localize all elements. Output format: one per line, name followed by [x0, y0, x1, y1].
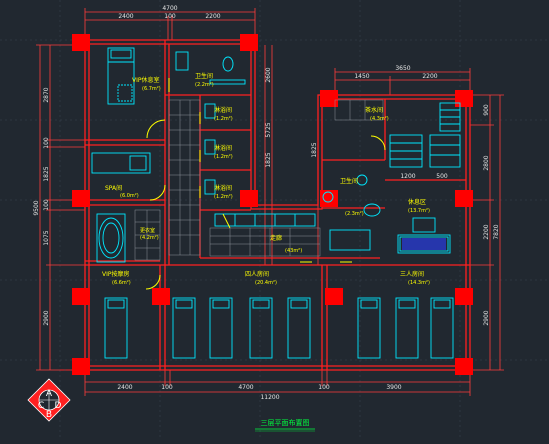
room-label-shower-2: 淋浴间	[214, 144, 232, 152]
room-area-shower-1: (1.2m²)	[214, 116, 233, 122]
column	[455, 190, 473, 207]
column	[72, 190, 90, 207]
bed-side-table	[117, 84, 133, 102]
room-label-vip-rest: VIP休息室	[132, 76, 160, 84]
sink	[175, 51, 189, 71]
section-label-a: A	[46, 389, 53, 399]
column	[152, 288, 170, 305]
dim-bottom-seg-2: 100	[161, 384, 173, 391]
room-area-3p: (14.3m²)	[408, 280, 430, 286]
sofa-fill	[402, 238, 446, 250]
section-label-d: D	[55, 401, 62, 411]
column	[455, 288, 473, 305]
massage-bed-row	[104, 297, 454, 359]
dim-right-seg-4: 2900	[483, 310, 490, 325]
toilet	[222, 56, 234, 72]
dim-top-overall: 4700	[162, 5, 177, 12]
dim-inner-3: 1825	[265, 152, 272, 167]
room-label-spa: SPA间	[105, 184, 122, 192]
room-area-pantry: (4.3m²)	[370, 116, 389, 122]
coffee-table	[412, 217, 436, 233]
toilet	[363, 203, 381, 217]
door-swing	[149, 184, 166, 201]
room-label-wc: 卫生间	[195, 72, 213, 80]
room-area-vip-rest: (6.7m²)	[142, 86, 161, 92]
dim-bottom-overall: 11200	[260, 394, 279, 401]
dim-bottom-seg-4: 100	[318, 384, 330, 391]
dim-topright-seg-1: 1450	[354, 73, 369, 80]
dim-inner-5: 1200	[400, 173, 415, 180]
room-area-changing: (4.2m²)	[140, 235, 159, 241]
room-area-corridor: (43m²)	[285, 248, 302, 254]
room-area-shower-3: (1.2m²)	[214, 194, 233, 200]
dimension-texts: 4700 2400 100 2200 3650 1450 2200 2400 1…	[33, 5, 500, 401]
floor-plan-canvas: 4700 2400 100 2200 3650 1450 2200 2400 1…	[0, 0, 549, 440]
room-area-vip-massage: (6.6m²)	[112, 280, 131, 286]
section-label-b: B	[46, 410, 52, 420]
drawing-title: 三层平面布置图	[261, 418, 310, 427]
room-label-changing: 更衣室	[140, 227, 155, 234]
column	[72, 358, 90, 375]
dim-right-seg-2: 2800	[483, 155, 490, 170]
room-area-lounge: (13.7m²)	[408, 208, 430, 214]
dim-right-overall: 7820	[493, 224, 500, 239]
room-area-wc: (2.2m²)	[195, 82, 214, 88]
dim-left-seg-2: 100	[43, 137, 50, 149]
dim-bottom-seg-1: 2400	[117, 384, 132, 391]
column	[455, 358, 473, 375]
dimension-lines	[36, 8, 504, 396]
room-label-shower-1: 淋浴间	[214, 106, 232, 114]
column	[240, 34, 258, 51]
dim-top-seg-3: 2200	[205, 13, 220, 20]
column	[72, 34, 90, 51]
dim-bottom-seg-3: 4700	[238, 384, 253, 391]
room-label-4p: 四人房间	[245, 270, 269, 278]
dim-top-seg-1: 2400	[118, 13, 133, 20]
room-label-wc-2: 卫生间	[340, 177, 358, 185]
dim-topright-overall: 3650	[395, 65, 410, 72]
column	[455, 90, 473, 107]
room-area-4p: (20.4m²)	[255, 280, 277, 286]
column	[72, 288, 90, 305]
dim-left-seg-6: 2900	[43, 310, 50, 325]
room-area-wc-2: (2.3m²)	[345, 211, 364, 217]
section-label-c: C	[38, 401, 44, 411]
basin	[356, 174, 368, 186]
door-swing	[146, 119, 166, 139]
floor-plan-drawing: 4700 2400 100 2200 3650 1450 2200 2400 1…	[0, 0, 549, 440]
dim-left-seg-5: 1075	[43, 230, 50, 245]
dim-inner-1: 2600	[265, 67, 272, 82]
section-symbol: A C D B	[27, 378, 71, 422]
room-label-shower-3: 淋浴间	[214, 184, 232, 192]
room-label-pantry: 茶水间	[365, 106, 383, 114]
column	[325, 288, 343, 305]
room-label-3p: 三人房间	[400, 270, 424, 278]
room-label-lounge: 休息区	[408, 198, 426, 206]
dim-left-seg-4: 100	[43, 199, 50, 211]
dim-right-seg-1: 900	[483, 104, 490, 116]
locker	[429, 134, 461, 168]
room-labels: VIP休息室 (6.7m²) 卫生间 (2.2m²) 淋浴间 (1.2m²) 淋…	[102, 72, 430, 286]
dim-left-seg-1: 2870	[43, 87, 50, 102]
column	[320, 90, 338, 107]
dim-inner-2: 5725	[265, 122, 272, 137]
dim-left-overall: 9500	[33, 200, 40, 215]
dim-inner-6: 500	[436, 173, 448, 180]
room-label-corridor: 走廊	[270, 234, 282, 242]
room-label-vip-massage: VIP按摩房	[102, 270, 130, 278]
dim-inner-4: 1825	[311, 142, 318, 157]
dim-topright-seg-2: 2200	[422, 73, 437, 80]
dim-left-seg-3: 1825	[43, 166, 50, 181]
dim-bottom-seg-5: 3900	[386, 384, 401, 391]
pillow	[110, 49, 132, 59]
dim-right-seg-3: 2200	[483, 224, 490, 239]
room-area-shower-2: (1.2m²)	[214, 154, 233, 160]
room-area-spa: (6.0m²)	[120, 193, 139, 199]
dim-top-seg-2: 100	[164, 13, 176, 20]
bed	[107, 47, 135, 105]
column	[240, 190, 258, 207]
